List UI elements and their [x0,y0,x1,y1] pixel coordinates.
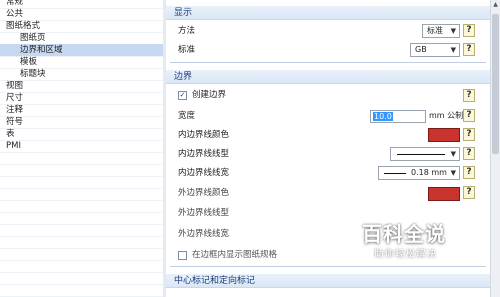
tree-item[interactable]: 模板 [0,56,163,68]
help-icon[interactable]: ? [463,147,475,160]
tree-row-divider [0,212,163,213]
scrollbar-thumb[interactable] [492,14,499,154]
tree-row-divider [0,236,163,237]
tree-row-divider [0,176,163,177]
section-divider [170,62,486,63]
tree-item-label: 图纸页 [20,33,46,43]
tree-item[interactable]: 注释 [0,104,163,116]
chevron-down-icon: ▼ [450,46,456,54]
line-type-sample [397,154,445,155]
tree-item-label: 公共 [6,9,24,19]
create-border-checkbox[interactable]: ✓ [178,91,187,100]
help-icon[interactable]: ? [463,128,475,141]
tree-item-label: 边界和区域 [20,45,63,55]
outer-border-color-label: 外边界线颜色 [178,188,230,198]
help-icon[interactable]: ? [463,186,475,199]
width-value: 10.0 [373,112,393,121]
chevron-down-icon: ▼ [450,27,456,35]
inner-border-color-swatch[interactable] [428,128,460,142]
tree-item[interactable]: 公共 [0,8,163,20]
tree-item-label: 注释 [6,105,24,115]
tree-item[interactable]: 边界和区域 [0,44,163,56]
width-unit: mm 公制 [429,111,464,120]
watermark-subtitle: 助你轻松解决 [374,249,438,260]
tree-item[interactable]: 表 [0,128,163,140]
inner-border-width-dropdown[interactable]: 0.18 mm ▼ [378,166,460,180]
standard-label: 标准 [178,45,196,55]
chevron-down-icon: ▼ [450,150,456,158]
tree-row-divider [0,284,163,285]
section-header-center-marks[interactable]: 中心标记和定向标记 [166,274,490,288]
tree-item[interactable]: 常规 [0,0,163,8]
standard-value: GB [415,45,427,54]
inner-border-type-dropdown[interactable]: ▼ [390,147,460,161]
tree-item-label: 符号 [6,117,24,127]
show-in-frame-checkbox[interactable] [178,251,187,260]
section-header-border[interactable]: 边界 [166,70,490,84]
tree-row-divider [0,224,163,225]
tree-item-label: 图纸格式 [6,21,41,31]
help-icon[interactable]: ? [463,89,475,102]
tree-row-divider [0,272,163,273]
tree-item[interactable]: 图纸格式 [0,20,163,32]
inner-border-type-label: 内边界线线型 [178,149,230,159]
method-dropdown[interactable]: 标准 ▼ [422,24,460,38]
tree-row-divider [0,188,163,189]
tree-row-divider [0,260,163,261]
method-value: 标准 [427,26,443,35]
outer-border-width-label: 外边界线线宽 [178,229,230,239]
width-label: 宽度 [178,111,196,121]
watermark: 百科全说 助你轻松解决 [352,218,472,268]
help-icon[interactable]: ? [463,43,475,56]
section-header-display[interactable]: 显示 [166,6,490,20]
tree-row-divider [0,200,163,201]
help-icon[interactable]: ? [463,166,475,179]
line-width-sample [384,173,406,174]
tree-item-label: 模板 [20,57,38,67]
tree-item-label: 表 [6,129,15,139]
show-in-frame-label: 在边框内显示图纸规格 [192,250,278,260]
outer-border-type-label: 外边界线线型 [178,208,230,218]
method-label: 方法 [178,26,196,36]
help-icon[interactable]: ? [463,24,475,37]
tree-item-label: PMI [6,141,21,151]
tree-item-label: 视图 [6,81,24,91]
chevron-down-icon: ▼ [450,169,456,177]
tree-row-divider [0,152,163,153]
tree-item-label: 尺寸 [6,93,24,103]
inner-border-color-label: 内边界线颜色 [178,130,230,140]
tree-row-divider [0,164,163,165]
create-border-label: 创建边界 [192,90,227,100]
outer-border-color-swatch[interactable] [428,187,460,201]
watermark-title: 百科全说 [362,222,446,246]
width-input[interactable]: 10.0 [370,110,426,123]
tree-row-divider [0,248,163,249]
tree-item-label: 标题块 [20,69,46,79]
tree-item[interactable]: 符号 [0,116,163,128]
vertical-scrollbar[interactable]: ▲ [490,0,500,297]
inner-border-width-label: 内边界线线宽 [178,168,230,178]
help-icon[interactable]: ? [463,109,475,122]
preferences-tree: 常规公共图纸格式图纸页边界和区域模板标题块视图尺寸注释符号表 PMI [0,0,164,297]
tree-item[interactable]: PMI [0,140,163,152]
tree-item[interactable]: 标题块 [0,68,163,80]
tree-item-label: 常规 [6,0,24,7]
tree-item[interactable]: 尺寸 [0,92,163,104]
standard-dropdown[interactable]: GB ▼ [410,43,460,57]
inner-border-width-value: 0.18 mm [411,168,447,177]
tree-item[interactable]: 视图 [0,80,163,92]
scroll-up-icon[interactable]: ▲ [492,1,499,9]
tree-item[interactable]: 图纸页 [0,32,163,44]
